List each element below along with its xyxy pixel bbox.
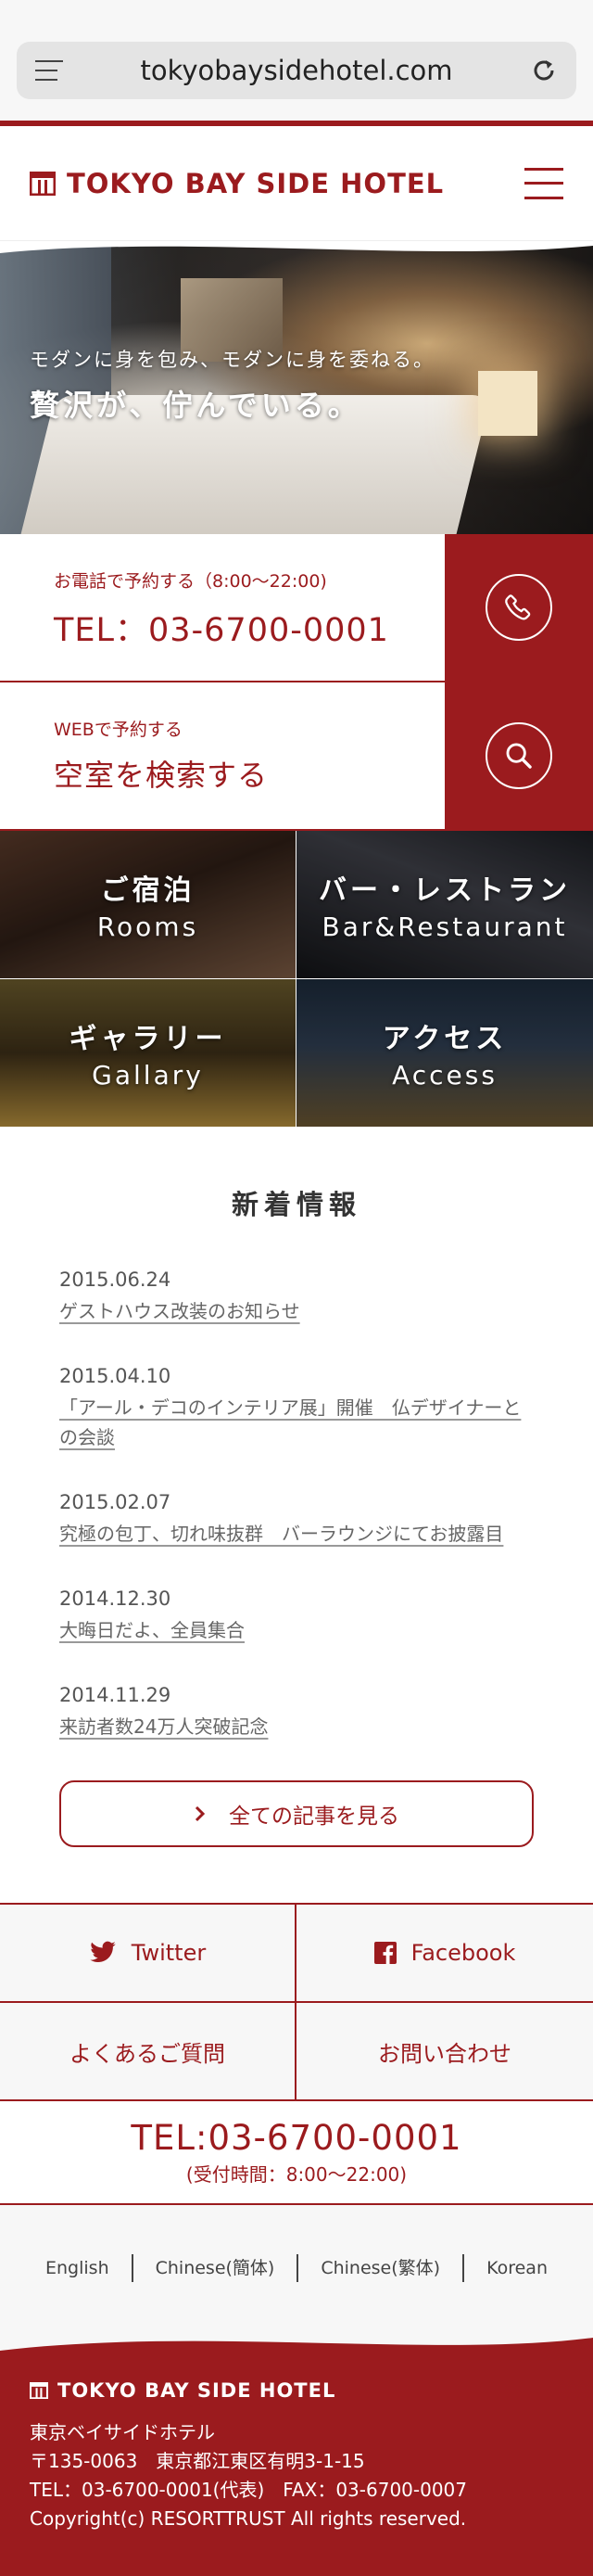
category-tiles: ご宿泊 Rooms バー・レストラン Bar&Restaurant ギャラリー … [0, 831, 593, 1128]
tile-subtitle: Rooms [96, 912, 199, 942]
hero-title: 贅沢が、佇んでいる。 [30, 388, 361, 423]
phone-call-button[interactable] [445, 534, 593, 681]
news-section: 新着情報 2015.06.24 ゲストハウス改装のお知らせ 2015.04.10… [0, 1128, 593, 1903]
lang-korean[interactable]: Korean [464, 2254, 570, 2282]
web-reservation-label: WEBで予約する [54, 720, 183, 740]
tel-hours: (受付時間：8:00〜22:00) [185, 2163, 408, 2186]
logo-mark-icon [30, 171, 56, 196]
url-text[interactable]: tokyobaysidehotel.com [140, 55, 452, 86]
web-reservation-link[interactable]: 空室を検索する [54, 752, 445, 795]
news-date: 2014.11.29 [59, 1684, 171, 1706]
tile-title: バー・レストラン [319, 874, 571, 907]
twitter-label: Twitter [131, 1940, 207, 1966]
news-item: 2015.02.07 究極の包丁、切れ味抜群 バーラウンジにてお披露目 [59, 1491, 534, 1549]
tile-gallery[interactable]: ギャラリー Gallary [0, 979, 296, 1128]
footer-address: 〒135-0063 東京都江東区有明3-1-15 [30, 2450, 365, 2472]
facebook-link[interactable]: Facebook [296, 1905, 593, 2003]
facebook-icon [373, 1942, 397, 1964]
contact-link[interactable]: お問い合わせ [296, 2003, 593, 2101]
news-item: 2014.12.30 大晦日だよ、全員集合 [59, 1588, 534, 1645]
footer-hotel-name: 東京ベイサイドホテル [30, 2421, 215, 2443]
site-header: TOKYO BAY SIDE HOTEL [0, 126, 593, 241]
news-link[interactable]: 究極の包丁、切れ味抜群 バーラウンジにてお披露目 [59, 1523, 503, 1545]
lang-chinese-simplified[interactable]: Chinese(簡体) [133, 2254, 299, 2282]
faq-label: よくあるご質問 [69, 2040, 225, 2067]
search-icon [506, 743, 532, 769]
chevron-right-icon [195, 1805, 206, 1822]
twitter-link[interactable]: Twitter [0, 1905, 296, 2003]
lang-chinese-traditional[interactable]: Chinese(繁体) [298, 2254, 465, 2282]
logo-mark-icon [30, 2382, 48, 2399]
hero-banner: モダンに身を包み、モダンに身を委ねる。 贅沢が、佇んでいる。 [0, 241, 593, 534]
lang-english[interactable]: English [23, 2254, 133, 2282]
news-item: 2015.04.10 「アール・デコのインテリア展」開催 仏デザイナーとの会談 [59, 1365, 534, 1452]
tile-title: ご宿泊 [100, 874, 196, 907]
phone-reservation[interactable]: お電話で予約する（8:00〜22:00) TEL：03-6700-0001 [0, 534, 593, 682]
news-link[interactable]: 来訪者数24万人突破記念 [59, 1715, 268, 1738]
logo-text: TOKYO BAY SIDE HOTEL [67, 167, 445, 199]
twitter-icon [90, 1941, 116, 1963]
news-heading: 新着情報 [231, 1189, 361, 1220]
news-date: 2015.02.07 [59, 1491, 171, 1513]
reader-menu-icon[interactable] [35, 60, 63, 81]
footer-logo-text: TOKYO BAY SIDE HOTEL [57, 2379, 336, 2402]
news-date: 2015.06.24 [59, 1269, 171, 1291]
tel-number[interactable]: TEL:03-6700-0001 [0, 2118, 593, 2158]
browser-bar: tokyobaysidehotel.com [0, 0, 593, 121]
news-link[interactable]: 大晦日だよ、全員集合 [59, 1619, 245, 1641]
facebook-label: Facebook [410, 1940, 516, 1966]
site-logo[interactable]: TOKYO BAY SIDE HOTEL [30, 168, 444, 199]
tile-title: アクセス [382, 1023, 508, 1055]
search-rooms-button[interactable] [445, 682, 593, 829]
phone-reservation-label: お電話で予約する（8:00〜22:00) [54, 571, 327, 592]
language-switcher: English Chinese(簡体) Chinese(繁体) Korean [0, 2205, 593, 2331]
news-link[interactable]: ゲストハウス改装のお知らせ [59, 1300, 300, 1322]
footer-wave [0, 2330, 593, 2351]
hero-subtitle: モダンに身を包み、モダンに身を委ねる。 [30, 349, 435, 371]
tile-access[interactable]: アクセス Access [296, 979, 593, 1128]
hero-copy: モダンに身を包み、モダンに身を委ねる。 贅沢が、佇んでいる。 [30, 345, 435, 425]
news-date: 2015.04.10 [59, 1365, 171, 1387]
phone-icon [505, 594, 531, 620]
tile-subtitle: Bar&Restaurant [322, 912, 568, 942]
hero-wave [0, 241, 593, 253]
web-reservation[interactable]: WEBで予約する 空室を検索する [0, 682, 593, 831]
news-item: 2014.11.29 来訪者数24万人突破記念 [59, 1684, 534, 1741]
address-bar[interactable]: tokyobaysidehotel.com [17, 42, 576, 99]
tile-subtitle: Gallary [92, 1060, 204, 1090]
tile-subtitle: Access [392, 1060, 498, 1090]
all-articles-label: 全ての記事を見る [229, 1804, 399, 1829]
link-grid: Twitter Facebook よくあるご質問 お問い合わせ [0, 1903, 593, 2101]
site-footer: TOKYO BAY SIDE HOTEL 東京ベイサイドホテル 〒135-006… [0, 2330, 593, 2576]
tel-bar[interactable]: TEL:03-6700-0001 (受付時間：8:00〜22:00) [0, 2101, 593, 2205]
reload-icon[interactable] [530, 57, 558, 84]
news-item: 2015.06.24 ゲストハウス改装のお知らせ [59, 1269, 534, 1326]
faq-link[interactable]: よくあるご質問 [0, 2003, 296, 2101]
footer-logo[interactable]: TOKYO BAY SIDE HOTEL [30, 2379, 563, 2402]
contact-label: お問い合わせ [378, 2040, 511, 2067]
tile-rooms[interactable]: ご宿泊 Rooms [0, 831, 296, 979]
hamburger-menu-icon[interactable] [524, 167, 563, 199]
all-articles-button[interactable]: 全ての記事を見る [59, 1780, 534, 1847]
news-link[interactable]: 「アール・デコのインテリア展」開催 仏デザイナーとの会談 [59, 1396, 521, 1448]
tile-bar-restaurant[interactable]: バー・レストラン Bar&Restaurant [296, 831, 593, 979]
footer-copyright: Copyright(c) RESORTTRUST All rights rese… [30, 2507, 467, 2530]
tile-title: ギャラリー [69, 1023, 227, 1055]
phone-reservation-number[interactable]: TEL：03-6700-0001 [54, 604, 445, 651]
news-date: 2014.12.30 [59, 1588, 171, 1610]
footer-tel-fax: TEL：03-6700-0001(代表) FAX：03-6700-0007 [30, 2479, 468, 2501]
